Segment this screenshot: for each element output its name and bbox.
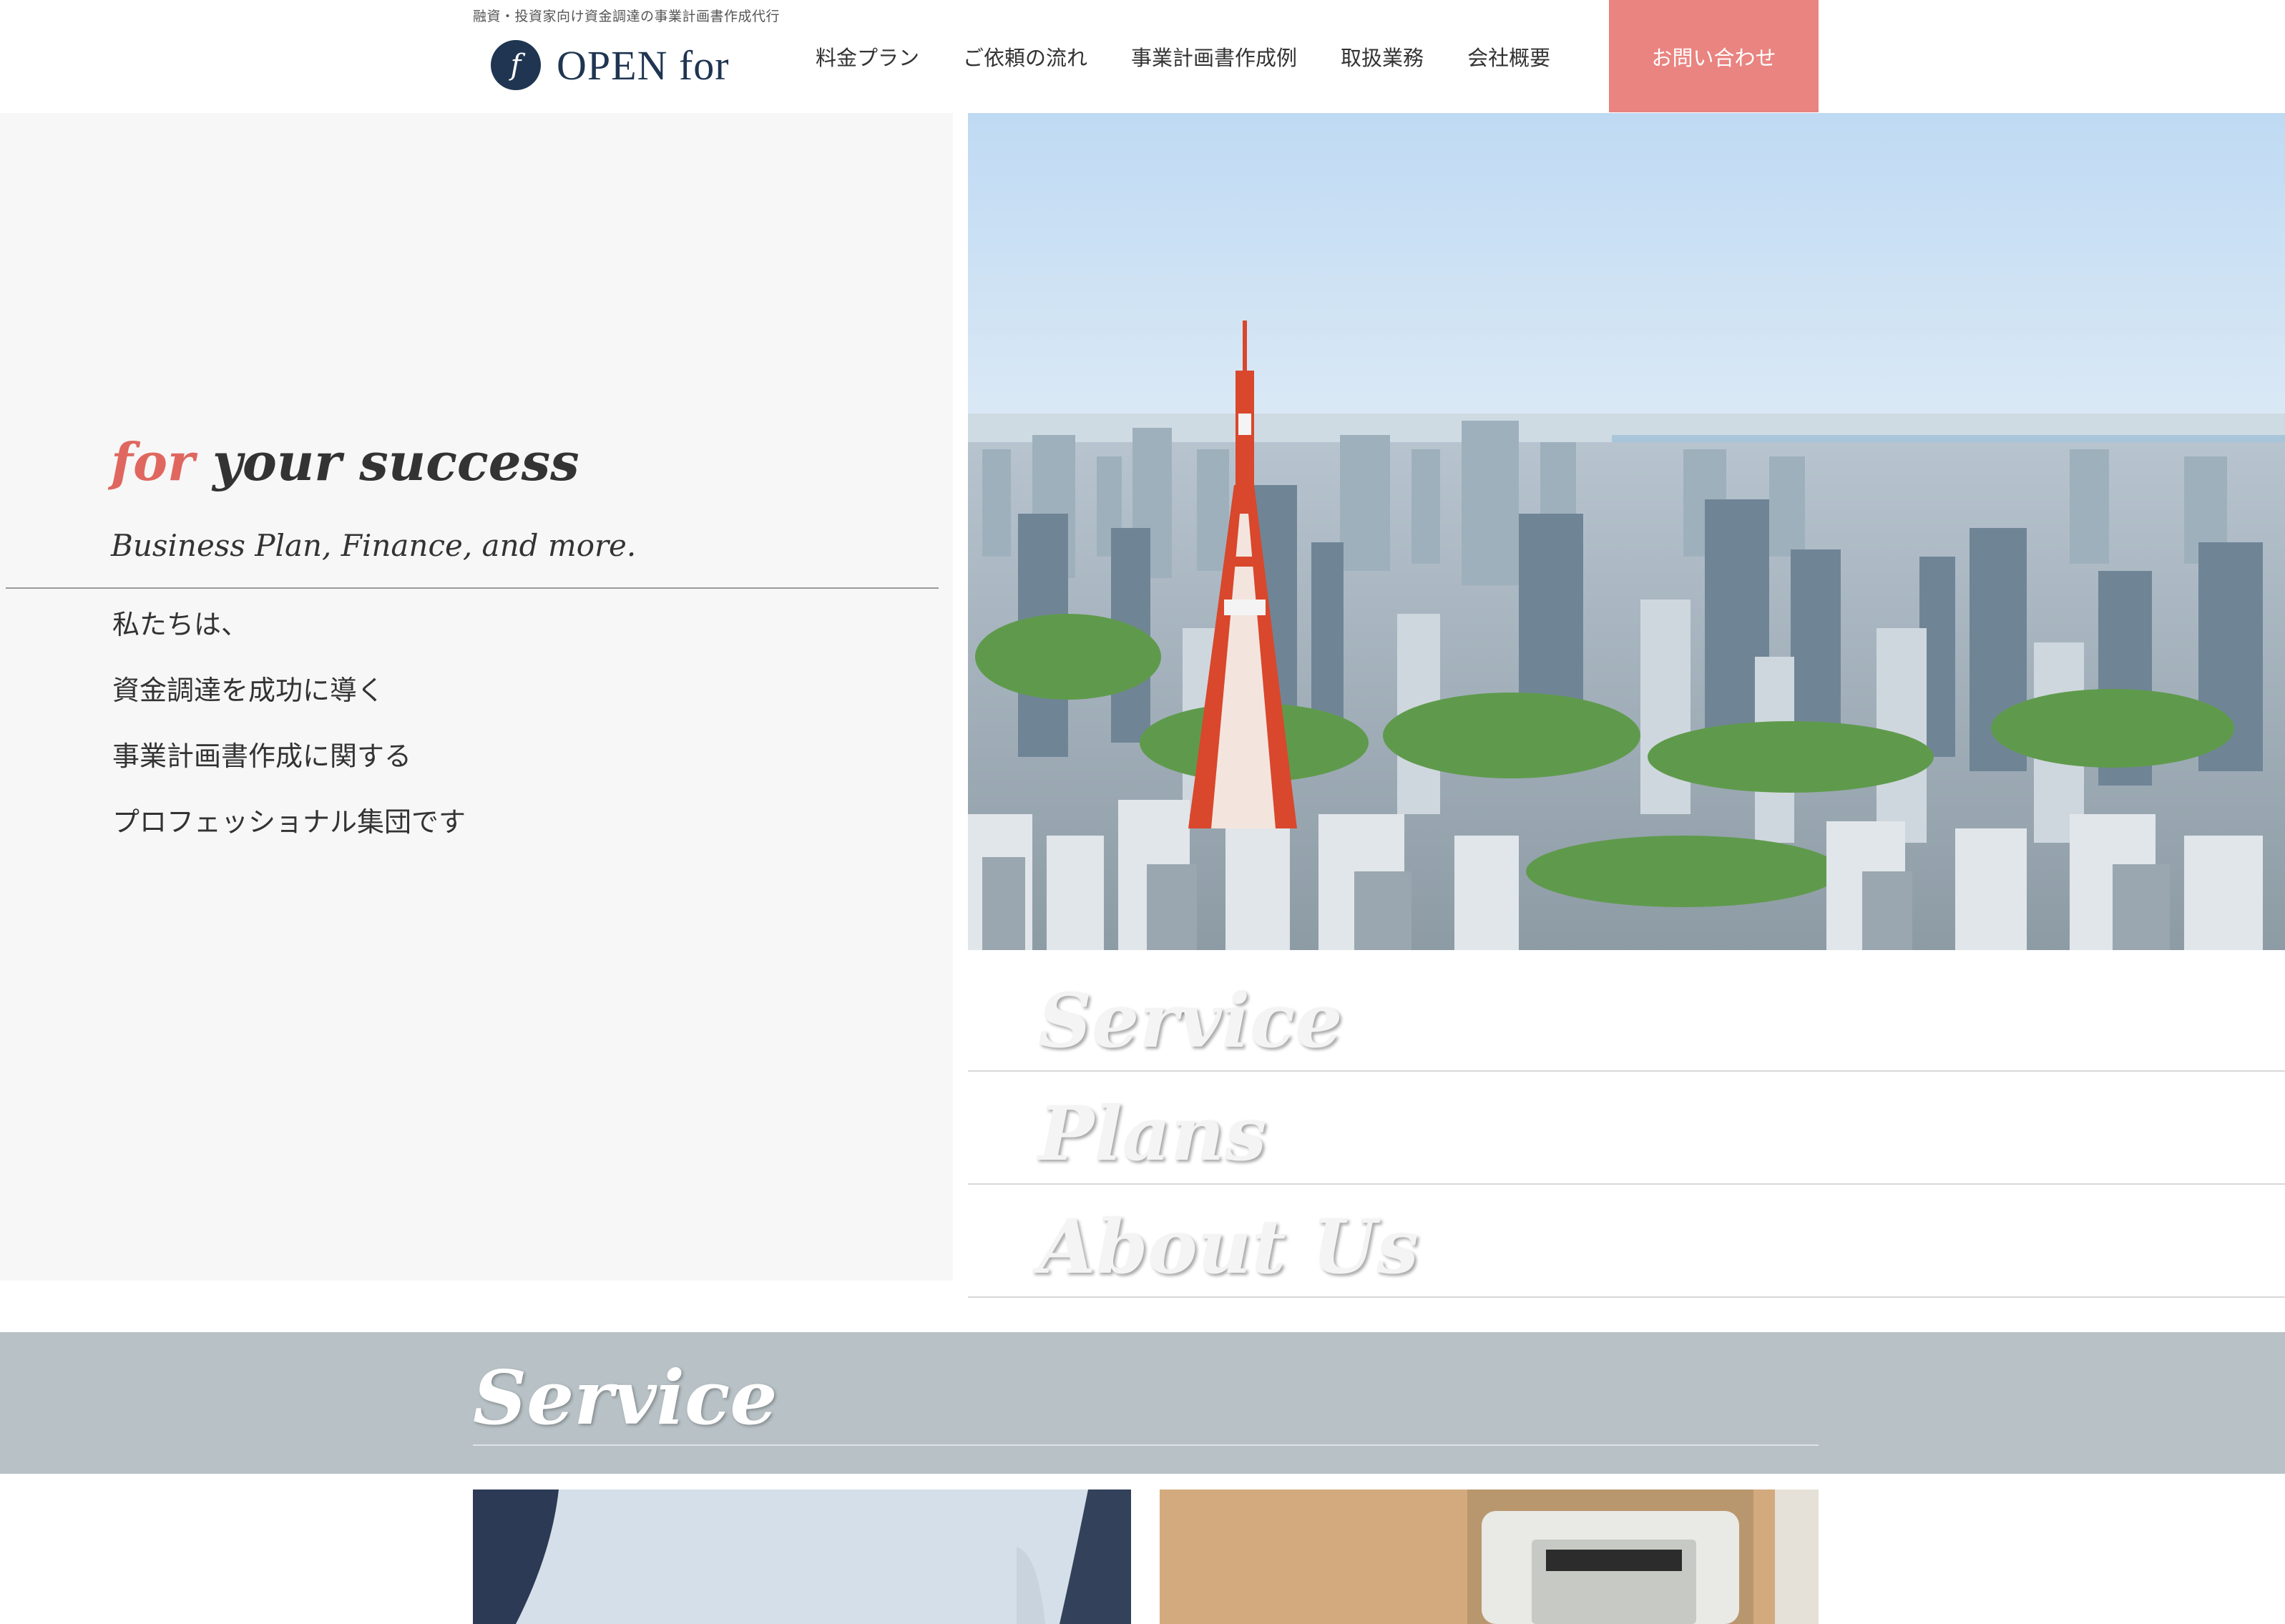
menu-link-about-us[interactable]: About Us	[968, 1185, 2285, 1298]
nav-item-flow[interactable]: ご依頼の流れ	[963, 41, 1087, 72]
service-divider	[473, 1444, 1819, 1446]
service-heading: Service	[473, 1354, 778, 1442]
hero-line: 資金調達を成功に導く	[112, 675, 385, 706]
menu-link-label: About Us	[1038, 1203, 1419, 1291]
hero-title: for your success	[111, 431, 579, 492]
menu-link-plans[interactable]: Plans	[968, 1072, 2285, 1185]
logo-icon: f	[491, 40, 541, 90]
menu-link-label: Service	[1038, 977, 1343, 1065]
menu-link-service[interactable]: Service	[968, 959, 2285, 1072]
nav-item-examples[interactable]: 事業計画書作成例	[1131, 41, 1297, 72]
hero-line: 私たちは、	[112, 609, 249, 640]
nav-item-pricing[interactable]: 料金プラン	[816, 41, 919, 72]
service-card-image-calculator[interactable]	[1160, 1490, 1819, 1624]
contact-button[interactable]: お問い合わせ	[1609, 0, 1819, 112]
hero-line: プロフェッショナル集団です	[112, 806, 466, 838]
hero-description: 私たちは、 資金調達を成功に導く 事業計画書作成に関する プロフェッショナル集団…	[112, 603, 466, 866]
service-card-image-consulting[interactable]	[473, 1490, 1131, 1624]
nav-item-services[interactable]: 取扱業務	[1341, 41, 1424, 72]
main-nav: 料金プラン ご依頼の流れ 事業計画書作成例 取扱業務 会社概要	[816, 0, 1550, 112]
service-section-header: Service	[0, 1332, 2285, 1474]
hero-title-rest: your success	[194, 431, 579, 492]
hero-copy-panel: for your success Business Plan, Finance,…	[0, 113, 953, 1281]
hero-title-accent: for	[111, 431, 195, 492]
logo-text: OPEN for	[557, 41, 730, 89]
menu-link-label: Plans	[1038, 1090, 1267, 1178]
site-tagline: 融資・投資家向け資金調達の事業計画書作成代行	[473, 9, 781, 24]
hero-divider	[6, 587, 939, 589]
nav-item-company[interactable]: 会社概要	[1467, 41, 1550, 72]
site-logo[interactable]: f OPEN for	[491, 37, 730, 93]
section-menu: Service Plans About Us	[968, 959, 2285, 1298]
hero-subtitle: Business Plan, Finance, and more.	[111, 528, 637, 563]
hero-line: 事業計画書作成に関する	[112, 740, 412, 772]
hero-cityscape-image	[968, 113, 2285, 950]
